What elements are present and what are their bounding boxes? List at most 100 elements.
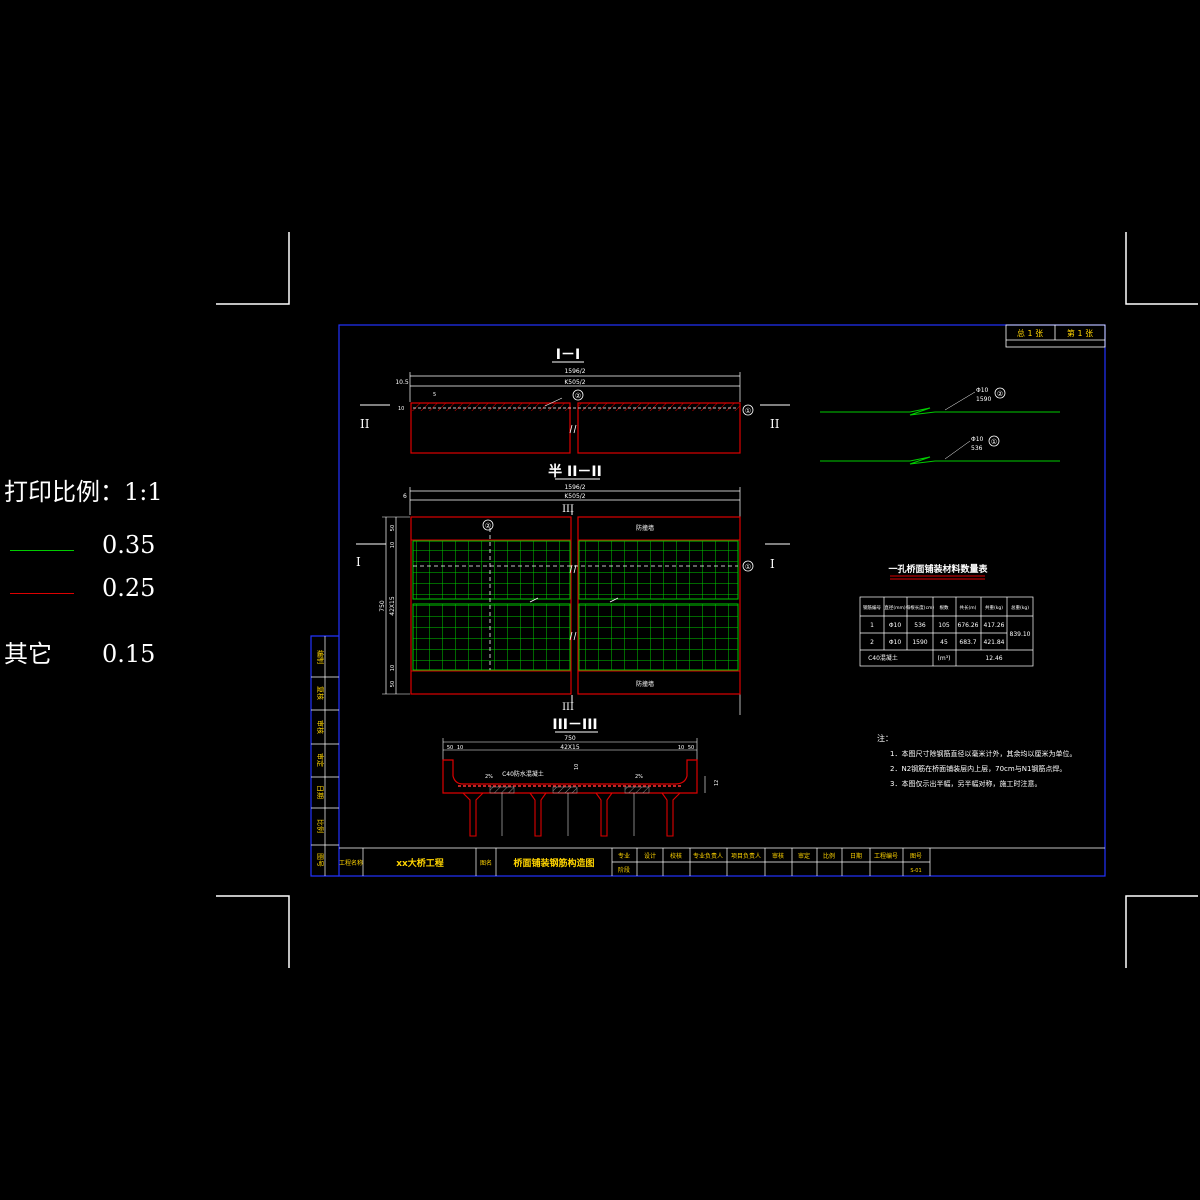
s2-dim-left: 6 [403, 493, 407, 500]
note-1: 1．本图尺寸除钢筋直径以毫米计外，其余均以厘米为单位。 [890, 749, 1076, 758]
left-signature-strip: 编制 复核 审核 审定 日期 比例 图号 [311, 636, 339, 876]
material-table: 一孔桥面铺装材料数量表 钢筋编号 直径(mm) 每根长度(cm) 根数 共长(m… [859, 563, 1034, 667]
s3-dim-depth: 12 [714, 780, 720, 786]
tb-cell-scale: 比例 [823, 852, 835, 860]
s2-dim-v-c: 10 [390, 665, 396, 671]
th-count: 根数 [940, 604, 949, 611]
concrete-value: 12.46 [985, 655, 1002, 662]
rebar-details: Φ10 1590 ② Φ10 536 ① [820, 387, 1060, 465]
s3-label-concrete: C40防水混凝土 [502, 770, 544, 778]
s2-label-top-right: 防撞墙 [636, 524, 654, 532]
r2-weight: 421.84 [984, 639, 1005, 646]
s3-slope-right: 2% [635, 774, 643, 780]
notes-title: 注： [877, 733, 893, 743]
s2-mark-iii-bottom: III [562, 702, 574, 713]
th-total-length: 共长(m) [960, 604, 977, 611]
r2-bar-no: 2 [870, 639, 874, 646]
s1-mark-right: II [770, 417, 780, 431]
s1-mark-left: II [360, 417, 370, 431]
s1-callout-2: ② [575, 392, 581, 400]
s3-dim-total: 750 [564, 735, 576, 742]
s2-callout-1: ① [745, 563, 751, 571]
s3-dim-right-a: 10 [678, 745, 684, 751]
note-2: 2．N2钢筋在桥面铺装层内上层，70cm与N1钢筋点焊。 [890, 764, 1066, 773]
s2-mark-i-right: I [770, 557, 775, 571]
s2-dim-v-total: 750 [379, 600, 386, 612]
strip-4: 审定 [316, 753, 325, 767]
s2-mark-i-left: I [356, 555, 361, 569]
section-1-title: I－I [556, 347, 580, 363]
r1-diameter: Φ10 [889, 622, 902, 629]
section-3-title: III－III [552, 717, 597, 733]
drawing-canvas: 总 1 张 第 1 张 I－I 1596/2 K505/2 10.5 5 10 … [216, 232, 1198, 968]
s1-dim-top: 1596/2 [564, 368, 585, 375]
s2-mark-iii-top: III [562, 504, 574, 515]
s3-dim-left-b: 10 [457, 745, 463, 751]
r1-unit-length: 536 [914, 622, 926, 629]
tb-cell-major-lead: 专业负责人 [693, 852, 723, 860]
total-weight: 839.10 [1010, 631, 1031, 638]
th-weight: 共重(kg) [985, 604, 1003, 611]
table-title: 一孔桥面铺装材料数量表 [888, 563, 988, 575]
total-sheets: 总 1 张 [1017, 328, 1043, 338]
tb-cell-major: 专业 [618, 852, 630, 860]
concrete-label: C40混凝土 [868, 654, 898, 662]
concrete-unit: (m³) [938, 655, 951, 662]
s1-dim-small: 5 [433, 392, 436, 398]
tb-cell-approve: 审定 [798, 852, 810, 860]
r2-count: 45 [940, 639, 948, 646]
bar2-diameter: Φ10 [976, 387, 989, 394]
section-3-3: III－III 750 42X15 50 10 10 50 C40防水混凝土 2… [442, 717, 720, 837]
bar1-number: ① [991, 438, 997, 446]
s2-dim-v-d: 50 [390, 681, 396, 687]
tb-cell-project-lead: 项目负责人 [731, 852, 761, 860]
s2-dim-top: 1596/2 [564, 484, 585, 491]
project-name: xx大桥工程 [396, 857, 444, 869]
tb-cell-date: 日期 [850, 852, 862, 860]
s3-dim-inner: 42X15 [560, 744, 580, 751]
r1-total-length: 676.26 [958, 622, 979, 629]
s2-callout-2: ② [485, 522, 491, 530]
th-diameter: 直径(mm) [884, 604, 906, 611]
bar2-number: ② [997, 390, 1003, 398]
strip-5: 日期 [316, 785, 324, 799]
s2-dim-second: K505/2 [564, 493, 585, 500]
tb-drawing-no-value: S-01 [910, 868, 921, 874]
notes: 注： 1．本图尺寸除钢筋直径以毫米计外，其余均以厘米为单位。 2．N2钢筋在桥面… [877, 733, 1076, 788]
r2-total-length: 683.7 [959, 639, 976, 646]
project-label: 工程名称 [339, 859, 363, 867]
s2-label-bottom-right: 防撞墙 [636, 680, 654, 688]
section-2-2: 半 II－II 1596/2 K505/2 6 III III I I ② ① … [356, 463, 790, 715]
tb-cell-check: 校核 [670, 852, 682, 860]
note-3: 3．本图仅示出半幅，另半幅对称，施工时注意。 [890, 779, 1041, 788]
drawing-label: 图名 [480, 859, 492, 867]
s3-dim-thk: 10 [574, 764, 580, 770]
bar1-diameter: Φ10 [971, 436, 984, 443]
r2-unit-length: 1590 [912, 639, 927, 646]
th-total-weight: 总重(kg) [1011, 604, 1029, 611]
s2-dim-v-b: 10 [390, 542, 396, 548]
s3-slope-left: 2% [485, 774, 493, 780]
s1-dim-side: 10 [398, 406, 404, 412]
r1-bar-no: 1 [870, 622, 874, 629]
s2-dim-v-a: 50 [390, 525, 396, 531]
th-bar-no: 钢筋编号 [863, 604, 881, 611]
s1-dim-second: K505/2 [564, 379, 585, 386]
tb-cell-design: 设计 [644, 852, 656, 860]
strip-2: 复核 [316, 686, 325, 700]
bar1-length: 536 [971, 445, 983, 452]
sheet-count-box: 总 1 张 第 1 张 [1005, 324, 1106, 348]
r1-count: 105 [938, 622, 950, 629]
strip-7: 图号 [316, 853, 324, 867]
tb-cell-drawing-no: 图号 [910, 853, 922, 860]
strip-1: 编制 [316, 650, 325, 664]
th-unit-length: 每根长度(cm) [906, 604, 935, 611]
s2-dim-v-inner: 42X15 [389, 596, 396, 616]
title-block: 工程名称 xx大桥工程 图名 桥面铺装钢筋构造图 专业 阶段 设计 校核 专业负… [339, 847, 1105, 876]
s1-callout-1: ① [745, 407, 751, 415]
r2-diameter: Φ10 [889, 639, 902, 646]
s3-dim-right-b: 50 [688, 745, 694, 751]
strip-3: 审核 [316, 720, 325, 734]
tb-cell-review: 审核 [772, 852, 784, 860]
bar2-length: 1590 [976, 396, 991, 403]
